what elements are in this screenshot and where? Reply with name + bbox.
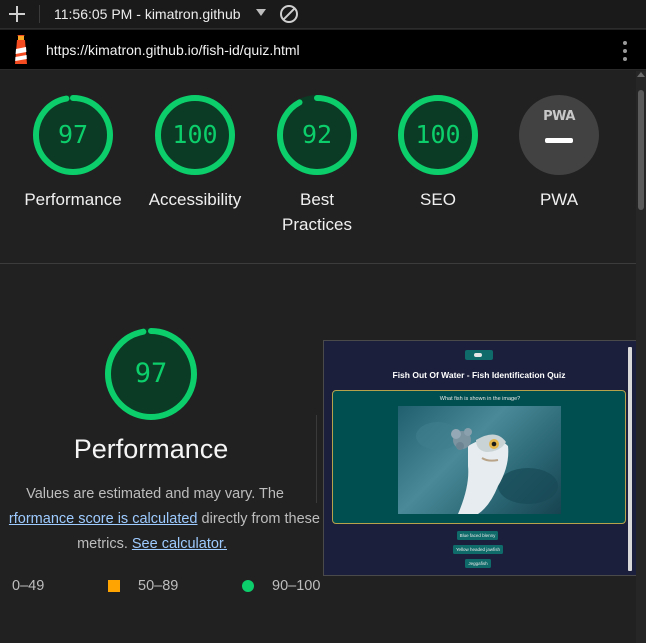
thumb-question: What fish is shown in the image? xyxy=(439,396,521,402)
pass-circle-icon xyxy=(242,580,254,592)
block-icon[interactable] xyxy=(280,5,298,23)
titlebar-divider xyxy=(39,5,40,23)
desc-line-3: metrics. See calculator. xyxy=(77,532,227,557)
window-title: 11:56:05 PM - kimatron.github xyxy=(54,6,241,22)
title-site: kimatron.github xyxy=(144,6,241,22)
best-practices-score: 92 xyxy=(301,120,333,149)
pwa-badge-text: PWA xyxy=(543,109,575,124)
performance-title: Performance xyxy=(73,434,229,464)
thumb-scrollbar xyxy=(628,347,632,571)
thumb-quiz-card: What fish is shown in the image? xyxy=(332,390,626,524)
more-options-icon[interactable] xyxy=(620,40,630,62)
browser-titlebar: 11:56:05 PM - kimatron.github xyxy=(0,0,646,29)
thumb-option-2: Yellow headed jawfish xyxy=(453,545,503,554)
performance-big-score: 97 xyxy=(134,358,168,389)
score-calculated-link[interactable]: rformance score is calculated xyxy=(9,511,198,527)
title-separator: - xyxy=(132,6,145,22)
fish-photo-icon xyxy=(416,422,558,514)
desc-line-1: Values are estimated and may vary. The xyxy=(26,486,284,502)
url-bar: https://kimatron.github.io/fish-id/quiz.… xyxy=(0,30,646,70)
pwa-badge[interactable]: PWA xyxy=(519,95,599,175)
lighthouse-logo-icon xyxy=(15,35,27,64)
scroll-up-arrow-icon[interactable] xyxy=(637,72,645,77)
metrics-divider xyxy=(316,415,317,503)
url-text[interactable]: https://kimatron.github.io/fish-id/quiz.… xyxy=(46,42,300,58)
performance-gauge[interactable]: 97 xyxy=(33,95,113,175)
desc-line-2-rest: directly from these xyxy=(197,511,320,527)
legend-average-range: 50–89 xyxy=(138,578,179,594)
thumb-option-1: Blue faced blenny xyxy=(457,531,498,540)
desc-line-3-pre: metrics. xyxy=(77,536,132,552)
accessibility-score: 100 xyxy=(172,120,218,149)
accessibility-gauge[interactable]: 100 xyxy=(155,95,235,175)
seo-label: SEO xyxy=(420,190,456,209)
page-screenshot-thumbnail[interactable]: Fish Out Of Water - Fish Identification … xyxy=(323,340,637,576)
performance-score: 97 xyxy=(57,120,89,149)
accessibility-label: Accessibility xyxy=(148,190,242,209)
performance-big-gauge: 97 xyxy=(105,328,197,420)
page-scrollbar-thumb[interactable] xyxy=(638,90,644,210)
best-practices-gauge[interactable]: 92 xyxy=(277,95,357,175)
new-tab-plus-icon[interactable] xyxy=(7,4,27,24)
thumb-option-3: Jeggafish xyxy=(465,559,491,568)
title-time: 11:56:05 PM xyxy=(54,6,133,22)
average-square-icon xyxy=(108,580,120,592)
thumb-fish-image xyxy=(398,406,561,514)
legend-fail-range: 0–49 xyxy=(12,578,45,594)
pwa-dash-icon xyxy=(545,138,573,143)
thumb-page-title: Fish Out Of Water - Fish Identification … xyxy=(392,370,566,380)
best-practices-label: Best Practices xyxy=(282,190,352,234)
performance-label: Performance xyxy=(24,190,122,209)
title-dropdown-caret-icon[interactable] xyxy=(256,9,266,16)
seo-score: 100 xyxy=(415,120,461,149)
section-divider xyxy=(0,263,636,264)
thumb-fish-icon xyxy=(474,353,482,357)
seo-gauge[interactable]: 100 xyxy=(398,95,478,175)
legend-pass-range: 90–100 xyxy=(272,578,321,594)
see-calculator-link[interactable]: See calculator. xyxy=(132,536,227,552)
desc-line-2: rformance score is calculated directly f… xyxy=(9,507,320,532)
pwa-label: PWA xyxy=(539,190,579,209)
